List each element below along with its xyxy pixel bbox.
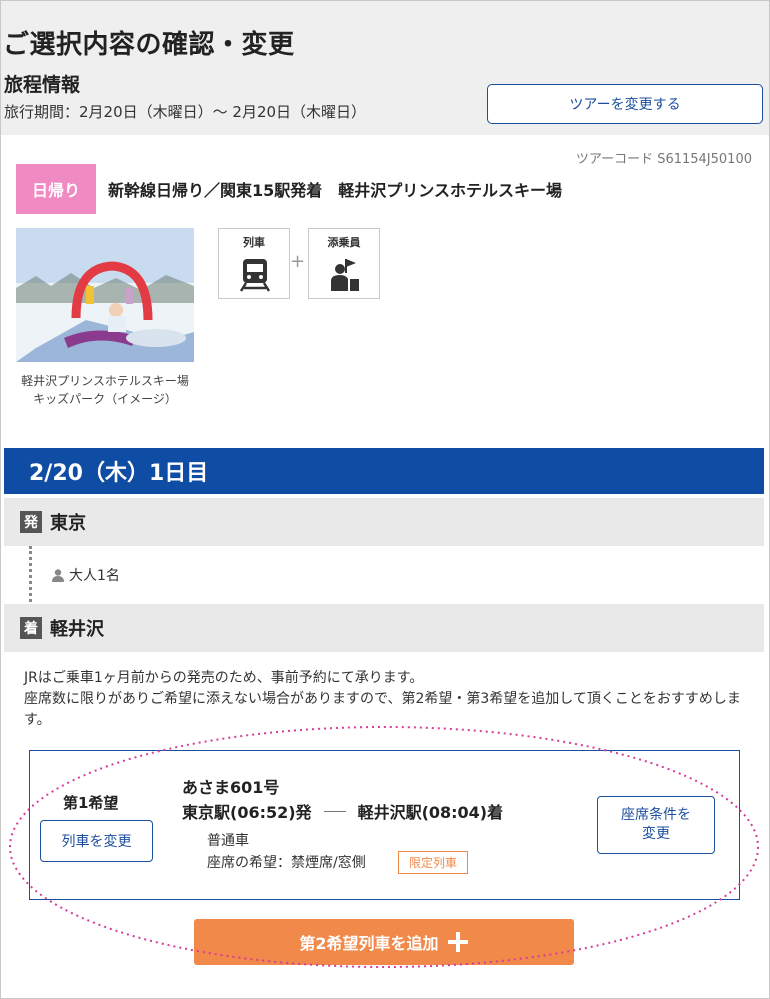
section-title: 旅程情報 [4,74,81,96]
change-tour-button[interactable]: ツアーを変更する [487,84,763,124]
notice-line: 座席数に限りがありご希望に添えない場合がありますので、第2希望・第3希望を追加し… [24,691,741,728]
departure-station-bar: 発 東京 [4,498,764,546]
route-dash [323,810,346,812]
tour-photo [16,228,194,362]
feature-train: 列車 [218,228,290,299]
tour-code: ツアーコード S61154J50100 [575,152,752,167]
depart-time: 東京駅(06:52)発 [182,803,312,822]
arrival-mark: 着 [20,617,42,639]
feature-label: 添乗員 [327,236,361,249]
tour-guide-icon [331,259,359,291]
person-icon [52,568,64,582]
page-title: ご選択内容の確認・変更 [3,30,295,60]
seat-cond-label-line: 座席条件を [621,807,691,823]
passenger-count: 大人1名 [52,565,120,585]
change-train-button[interactable]: 列車を変更 [40,820,153,862]
train-name: あさま601号 [182,778,280,797]
arrival-station: 軽井沢 [50,619,104,640]
arrive-time: 軽井沢駅(08:04)着 [357,803,504,822]
day-header: 2/20（木）1日目 [4,448,764,494]
departure-station: 東京 [50,513,86,534]
travel-period: 旅行期間：2月20日（木曜日）～ 2月20日（木曜日） [4,103,367,121]
plus-icon [447,932,468,952]
add-second-choice-button[interactable]: 第2希望列車を追加 [194,919,574,965]
seat-cond-label-line: 変更 [642,826,670,842]
seat-preference: 座席の希望：禁煙席/窓側 [207,855,366,871]
arrival-station-bar: 着 軽井沢 [4,604,764,652]
photo-caption: 軽井沢プリンスホテルスキー場 キッズパーク（イメージ） [21,374,201,406]
car-class: 普通車 [207,833,249,849]
choice-rank: 第1希望 [63,794,119,812]
train-icon [239,259,271,292]
tour-name: 新幹線日帰り／関東15駅発着 軽井沢プリンスホテルスキー場 [108,181,562,200]
day-trip-badge: 日帰り [16,164,96,214]
passenger-text: 大人1名 [69,568,120,584]
train-route: 東京駅(06:52)発 軽井沢駅(08:04)着 [182,799,503,823]
change-seat-condition-button[interactable]: 座席条件を 変更 [597,796,715,854]
add-button-label: 第2希望列車を追加 [299,934,439,953]
feature-tour-guide: 添乗員 [308,228,380,299]
feature-label: 列車 [243,236,265,249]
notice-line: JRはご乗車1ヶ月前からの発売のため、事前予約にて承ります。 [24,670,424,686]
route-dotted-line [29,546,32,602]
reservation-notice: JRはご乗車1ヶ月前からの発売のため、事前予約にて承ります。 座席数に限りがあり… [24,668,744,731]
feature-plus: + [290,251,306,272]
departure-mark: 発 [20,511,42,533]
limited-train-tag: 限定列車 [398,851,468,874]
